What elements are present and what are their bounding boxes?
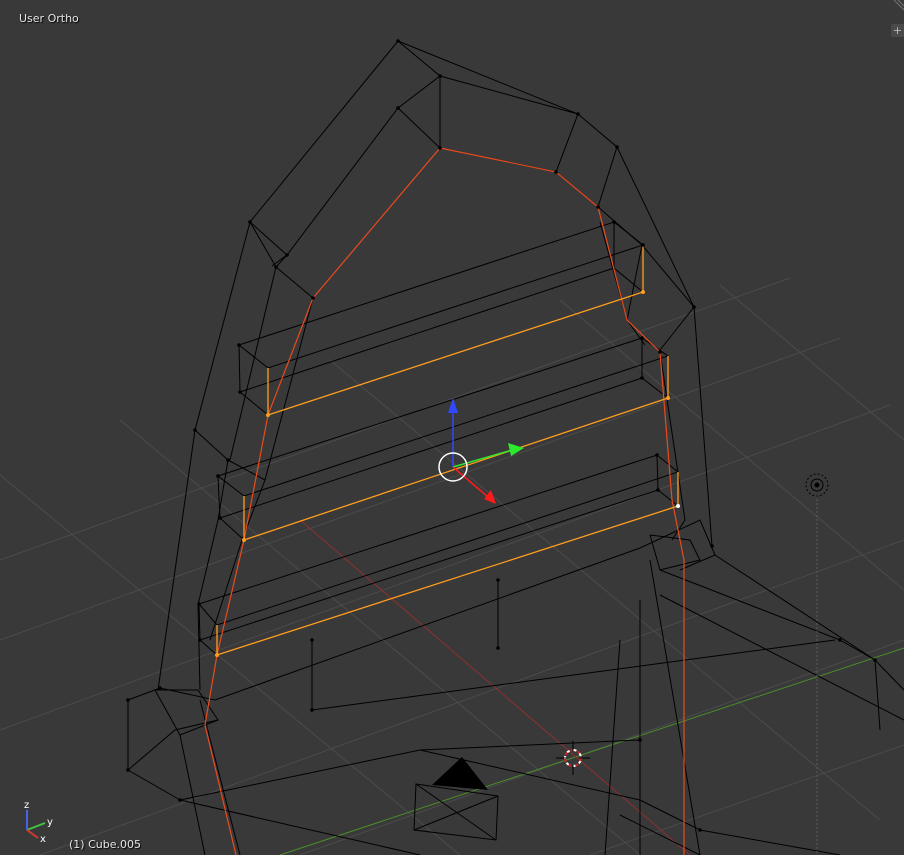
world-y-axis-line: [279, 647, 904, 855]
selected-vertices[interactable]: [676, 504, 680, 508]
view-mode-label: User Ortho: [19, 12, 79, 25]
mesh-vertices[interactable]: [126, 39, 877, 832]
world-x-axis-line: [299, 519, 691, 855]
area-split-grip-icon[interactable]: [890, 0, 904, 14]
axis-gizmo-label-z: z: [24, 800, 29, 811]
active-object-label: (1) Cube.005: [69, 838, 141, 851]
3d-viewport[interactable]: y z x User Ortho (1) Cube.005 +: [0, 0, 904, 855]
world-axes: [279, 519, 904, 855]
manipulator-y-axis: [452, 449, 513, 468]
manipulator-x-axis: [452, 466, 489, 498]
properties-region-toggle-button[interactable]: +: [891, 24, 904, 37]
viewport-scene[interactable]: y z x: [0, 0, 904, 855]
axis-gizmo: y z x: [24, 800, 53, 845]
transform-manipulator[interactable]: [438, 398, 524, 504]
axis-gizmo-label-y: y: [47, 817, 53, 828]
lamp-object[interactable]: [805, 473, 829, 855]
axis-gizmo-label-x: x: [40, 834, 46, 845]
